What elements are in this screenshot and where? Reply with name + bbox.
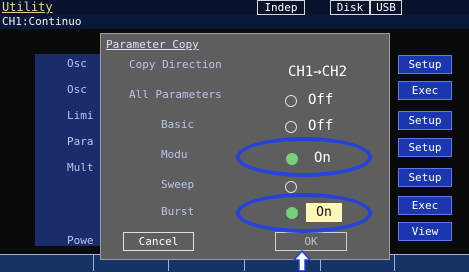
basic-radio-icon[interactable] <box>285 121 297 133</box>
cancel-button[interactable]: Cancel <box>123 232 194 251</box>
disk-tag: Disk <box>330 0 370 15</box>
usb-tag: USB <box>370 0 402 15</box>
indep-tag: Indep <box>257 0 305 15</box>
basic-label: Basic <box>161 118 195 131</box>
highlight-ellipse <box>236 193 372 233</box>
view-button[interactable]: View <box>398 222 452 241</box>
menu-item-osc-2[interactable]: Osc <box>67 83 87 96</box>
exec-button-2[interactable]: Exec <box>398 196 452 215</box>
menu-item-osc-1[interactable]: Osc <box>67 57 87 70</box>
channel-mode: CH1:Continuo <box>2 15 82 28</box>
copy-direction-value[interactable]: CH1→CH2 <box>288 64 347 80</box>
exec-button-1[interactable]: Exec <box>398 81 452 100</box>
dialog-title: Parameter Copy <box>106 38 199 51</box>
setup-button-2[interactable]: Setup <box>398 111 452 130</box>
fkey-divider <box>93 254 94 271</box>
all-parameters-value[interactable]: Off <box>308 92 333 108</box>
setup-button-4[interactable]: Setup <box>398 168 452 187</box>
menu-item-limit[interactable]: Limi <box>67 109 94 122</box>
copy-direction-label: Copy Direction <box>129 58 222 71</box>
sweep-label: Sweep <box>161 178 195 191</box>
modu-label: Modu <box>161 148 188 161</box>
highlight-ellipse <box>236 137 372 177</box>
setup-button-1[interactable]: Setup <box>398 55 452 74</box>
all-parameters-label: All Parameters <box>129 88 222 101</box>
all-parameters-radio-icon[interactable] <box>285 95 297 107</box>
menu-item-multi[interactable]: Mult <box>67 161 94 174</box>
menu-item-power[interactable]: Powe <box>67 234 94 247</box>
fkey-divider <box>394 254 395 271</box>
sweep-radio-icon[interactable] <box>285 181 297 193</box>
screen-title: Utility <box>2 0 53 14</box>
basic-value[interactable]: Off <box>308 118 333 134</box>
burst-label: Burst <box>161 205 195 218</box>
ok-button[interactable]: OK <box>275 232 347 251</box>
setup-button-3[interactable]: Setup <box>398 138 452 157</box>
menu-item-parameter[interactable]: Para <box>67 135 94 148</box>
arrow-up-icon <box>292 250 312 271</box>
